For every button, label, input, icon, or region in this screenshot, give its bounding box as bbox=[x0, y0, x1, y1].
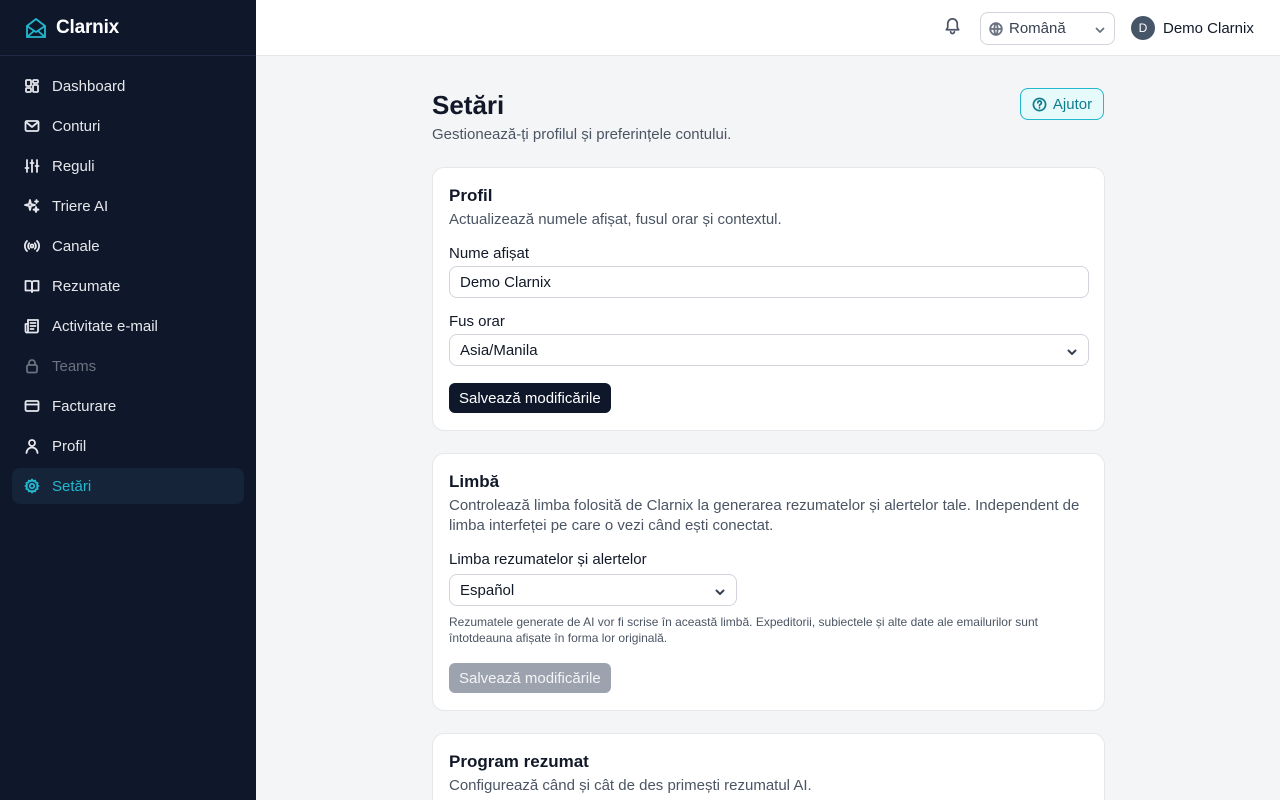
timezone-label: Fus orar bbox=[449, 313, 505, 330]
help-button[interactable]: Ajutor bbox=[1020, 88, 1104, 120]
sidebar-item-label: Conturi bbox=[52, 117, 101, 135]
timezone-select[interactable]: Asia/Manila bbox=[449, 334, 1089, 366]
lock-icon bbox=[24, 358, 40, 374]
save-profile-button[interactable]: Salvează modificările bbox=[449, 383, 611, 413]
chevron-down-icon bbox=[1094, 23, 1106, 35]
interface-language-select[interactable]: Română bbox=[980, 12, 1115, 45]
summary-language-select[interactable]: Español bbox=[449, 574, 737, 606]
brand-name: Clarnix bbox=[56, 16, 120, 38]
sidebar-item-setari[interactable]: Setări bbox=[12, 468, 244, 504]
display-name-label: Nume afișat bbox=[449, 245, 530, 262]
save-language-button: Salvează modificările bbox=[449, 663, 611, 693]
sidebar-item-label: Rezumate bbox=[52, 277, 121, 295]
sidebar-item-facturare[interactable]: Facturare bbox=[12, 388, 244, 424]
sidebar-item-rezumate[interactable]: Rezumate bbox=[12, 268, 244, 304]
summary-language-label: Limba rezumatelor și alertelor bbox=[449, 551, 647, 568]
schedule-card-description: Configurează când și cât de des primești… bbox=[449, 777, 812, 794]
brand[interactable]: Clarnix bbox=[0, 0, 256, 56]
sidebar-item-activitate-email[interactable]: Activitate e-mail bbox=[12, 308, 244, 344]
sidebar-item-canale[interactable]: Canale bbox=[12, 228, 244, 264]
page-title: Setări bbox=[432, 90, 505, 120]
summary-language-value: Español bbox=[460, 581, 515, 599]
language-card: Limbă Controlează limba folosită de Clar… bbox=[432, 453, 1105, 711]
gear-icon bbox=[24, 478, 40, 494]
chevron-down-icon bbox=[1066, 345, 1078, 357]
dashboard-icon bbox=[24, 78, 40, 94]
interface-language-value: Română bbox=[1009, 20, 1066, 37]
sidebar: Clarnix Dashboard Conturi Reguli Triere … bbox=[0, 0, 256, 800]
display-name-field[interactable]: Demo Clarnix bbox=[449, 266, 1089, 298]
sidebar-item-label: Profil bbox=[52, 437, 87, 455]
bell-icon bbox=[943, 16, 962, 40]
schedule-card: Program rezumat Configurează când și cât… bbox=[432, 733, 1105, 800]
sidebar-nav: Dashboard Conturi Reguli Triere AI Canal… bbox=[0, 56, 256, 504]
sidebar-item-label: Setări bbox=[52, 477, 92, 495]
profile-card: Profil Actualizează numele afișat, fusul… bbox=[432, 167, 1105, 431]
profile-card-title: Profil bbox=[449, 186, 493, 205]
sidebar-item-label: Teams bbox=[52, 357, 97, 375]
timezone-value: Asia/Manila bbox=[460, 341, 538, 359]
summary-language-hint: Rezumatele generate de AI vor fi scrise … bbox=[449, 615, 1038, 645]
radio-icon bbox=[24, 238, 40, 254]
sidebar-item-teams: Teams bbox=[12, 348, 244, 384]
profile-card-description: Actualizează numele afișat, fusul orar ș… bbox=[449, 211, 782, 228]
user-icon bbox=[24, 438, 40, 454]
sidebar-item-label: Dashboard bbox=[52, 77, 126, 95]
sliders-icon bbox=[24, 158, 40, 174]
sidebar-item-triere-ai[interactable]: Triere AI bbox=[12, 188, 244, 224]
envelope-logo-icon bbox=[24, 16, 48, 40]
help-circle-icon bbox=[1032, 97, 1047, 111]
sparkles-icon bbox=[24, 198, 40, 214]
sidebar-item-conturi[interactable]: Conturi bbox=[12, 108, 244, 144]
mail-icon bbox=[24, 118, 40, 134]
page-subtitle: Gestionează-ți profilul și preferințele … bbox=[432, 126, 732, 143]
language-card-description: Controlează limba folosită de Clarnix la… bbox=[449, 497, 1080, 534]
sidebar-item-label: Reguli bbox=[52, 157, 95, 175]
avatar: D bbox=[1131, 16, 1155, 40]
globe-icon bbox=[989, 21, 1003, 36]
user-menu[interactable]: D Demo Clarnix bbox=[1131, 16, 1254, 40]
credit-card-icon bbox=[24, 398, 40, 414]
sidebar-item-label: Facturare bbox=[52, 397, 117, 415]
notifications-button[interactable] bbox=[940, 16, 964, 40]
sidebar-item-label: Canale bbox=[52, 237, 100, 255]
sidebar-item-dashboard[interactable]: Dashboard bbox=[12, 68, 244, 104]
language-card-title: Limbă bbox=[449, 472, 500, 491]
user-name: Demo Clarnix bbox=[1163, 19, 1254, 37]
sidebar-item-profil[interactable]: Profil bbox=[12, 428, 244, 464]
newspaper-icon bbox=[24, 318, 40, 334]
book-open-icon bbox=[24, 278, 40, 294]
chevron-down-icon bbox=[714, 585, 726, 597]
schedule-card-title: Program rezumat bbox=[449, 752, 589, 771]
help-button-label: Ajutor bbox=[1052, 95, 1093, 113]
sidebar-item-label: Triere AI bbox=[52, 197, 109, 215]
sidebar-item-reguli[interactable]: Reguli bbox=[12, 148, 244, 184]
sidebar-item-label: Activitate e-mail bbox=[52, 317, 158, 335]
top-bar: Română D Demo Clarnix bbox=[256, 0, 1280, 56]
